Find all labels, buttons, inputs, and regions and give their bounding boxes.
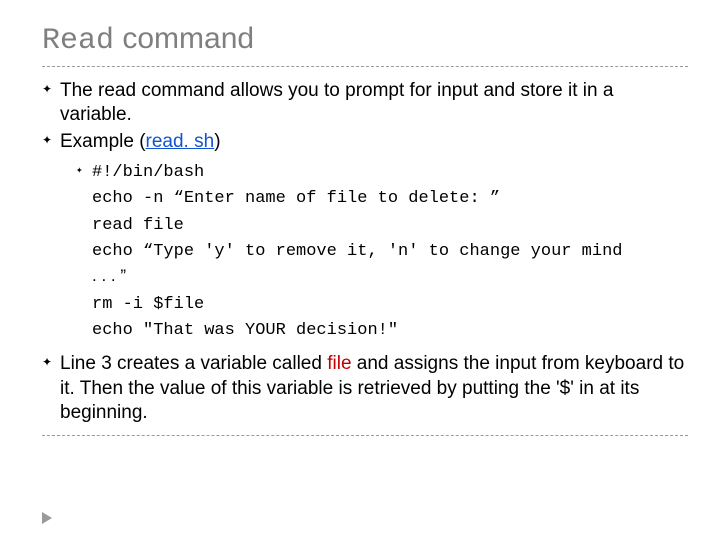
- code-line-6: echo "That was YOUR decision!": [92, 318, 688, 344]
- code-line-4: echo “Type 'y' to remove it, 'n' to chan…: [92, 239, 688, 265]
- code-line-1: #!/bin/bash: [92, 160, 688, 186]
- body-list: The read command allows you to prompt fo…: [42, 79, 688, 425]
- example-link: read. sh: [146, 131, 215, 152]
- bullet-note: Line 3 creates a variable called file an…: [42, 352, 688, 425]
- slide-title: Read command: [42, 22, 688, 58]
- code-line-3: read file: [92, 213, 688, 239]
- code-line-2: echo -n “Enter name of file to delete: ”: [92, 186, 688, 212]
- bullet-read-desc-text: The read command allows you to prompt fo…: [60, 80, 613, 125]
- note-pre: Line 3 creates a variable called: [60, 353, 327, 374]
- slide: Read command The read command allows you…: [0, 0, 720, 540]
- note-keyword: file: [327, 353, 351, 374]
- divider-top: [42, 66, 688, 67]
- bullet-read-desc: The read command allows you to prompt fo…: [42, 79, 688, 128]
- code-line-4b: . . . ”: [92, 263, 126, 289]
- example-prefix: Example (: [60, 131, 146, 152]
- example-suffix: ): [214, 131, 220, 152]
- divider-bottom: [42, 435, 688, 436]
- code-line-5: rm -i $file: [92, 292, 688, 318]
- code-listing: #!/bin/bash echo -n “Enter name of file …: [76, 160, 688, 344]
- bullet-example: Example (read. sh) #!/bin/bash echo -n “…: [42, 130, 688, 345]
- title-rest: command: [114, 22, 254, 55]
- title-mono: Read: [42, 24, 114, 58]
- code-block: #!/bin/bash echo -n “Enter name of file …: [60, 160, 688, 344]
- footer-arrow-icon: [42, 512, 52, 524]
